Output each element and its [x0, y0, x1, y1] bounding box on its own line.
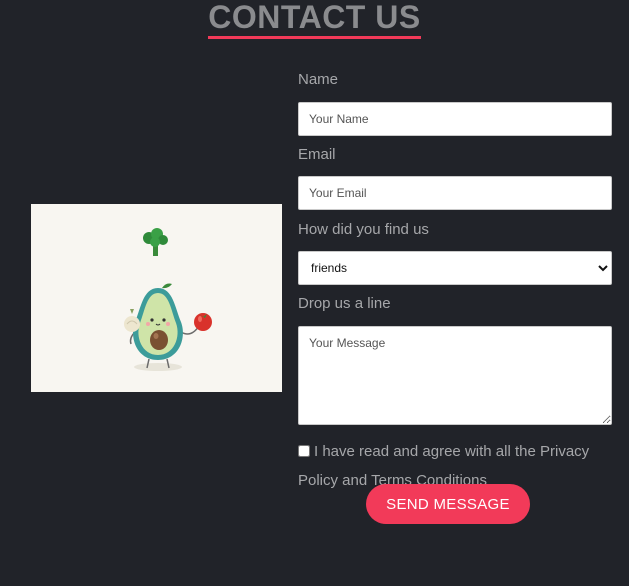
- agree-checkbox[interactable]: [298, 445, 310, 457]
- name-input[interactable]: [298, 102, 612, 136]
- page-title: CONTACT US: [208, 0, 421, 39]
- message-label: Drop us a line: [298, 295, 391, 312]
- email-input[interactable]: [298, 176, 612, 210]
- broccoli-icon: [143, 228, 168, 256]
- send-message-button[interactable]: SEND MESSAGE: [366, 484, 530, 524]
- message-textarea[interactable]: [298, 326, 612, 425]
- page-title-wrapper: CONTACT US: [0, 0, 629, 39]
- tomato-icon: [194, 313, 212, 331]
- name-label: Name: [298, 71, 339, 88]
- source-select[interactable]: friends: [298, 251, 612, 285]
- avocado-mascot-icon: [124, 228, 212, 371]
- contact-illustration: [31, 204, 282, 392]
- source-label: How did you find us: [298, 221, 429, 238]
- agree-text: I have read and agree with all the Priva…: [298, 443, 590, 489]
- email-label: Email: [298, 146, 336, 163]
- onion-icon: [124, 309, 140, 332]
